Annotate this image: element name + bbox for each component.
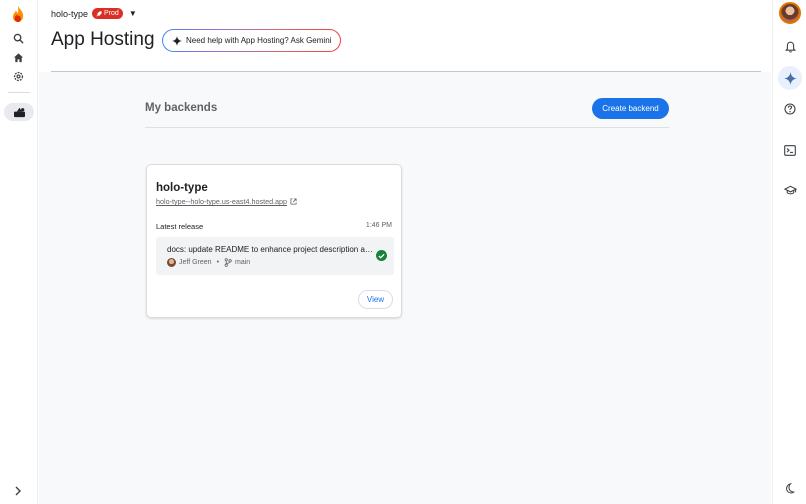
backend-name: holo-type <box>156 182 208 194</box>
expand-nav-icon[interactable] <box>8 481 28 501</box>
branch-icon <box>224 258 232 267</box>
dark-mode-icon[interactable] <box>781 479 799 497</box>
search-icon[interactable] <box>8 28 28 48</box>
main-content: holo-type Prod ▼ App Hosting Need help w… <box>39 0 771 504</box>
learn-icon[interactable] <box>781 181 799 199</box>
backends-section-title: My backends <box>145 102 218 114</box>
author-avatar <box>167 258 176 267</box>
release-time: 1:46 PM <box>365 222 392 229</box>
project-name: holo-type <box>51 8 89 19</box>
chevron-down-icon[interactable]: ▼ <box>129 9 137 18</box>
env-badge-label: Prod <box>104 10 119 17</box>
rail-divider <box>8 92 30 93</box>
ask-gemini-label: Need help with App Hosting? Ask Gemini <box>186 36 332 45</box>
backend-url[interactable]: holo-type--holo-type.us-east4.hosted.app <box>156 197 287 206</box>
notifications-icon[interactable] <box>781 38 799 56</box>
gemini-icon[interactable] <box>778 66 802 90</box>
latest-release-label: Latest release <box>156 222 204 231</box>
commit-branch: main <box>235 259 251 266</box>
help-icon[interactable] <box>781 100 799 118</box>
project-selector[interactable]: holo-type Prod ▼ <box>51 8 137 19</box>
header-divider <box>51 71 761 72</box>
left-nav-rail <box>0 0 38 504</box>
page-title: App Hosting <box>51 29 155 50</box>
app-hosting-icon[interactable] <box>4 103 34 121</box>
commit-meta: Jeff Green • main <box>167 258 250 267</box>
settings-icon[interactable] <box>8 66 28 86</box>
section-divider <box>145 127 669 128</box>
terminal-icon[interactable] <box>781 141 799 159</box>
create-backend-button[interactable]: Create backend <box>592 98 669 119</box>
user-avatar[interactable] <box>779 2 801 24</box>
backend-url-link[interactable]: holo-type--holo-type.us-east4.hosted.app <box>156 197 297 206</box>
env-badge: Prod <box>92 8 123 19</box>
open-external-icon[interactable] <box>290 198 297 205</box>
right-rail <box>772 0 806 504</box>
page-header: holo-type Prod ▼ App Hosting Need help w… <box>39 0 771 72</box>
latest-release-row[interactable]: docs: update README to enhance project d… <box>156 237 394 275</box>
home-icon[interactable] <box>8 47 28 67</box>
backend-card: holo-type holo-type--holo-type.us-east4.… <box>146 164 402 318</box>
view-backend-button[interactable]: View <box>358 290 393 309</box>
meta-separator-dot: • <box>216 259 220 266</box>
release-success-icon <box>376 250 387 261</box>
firebase-logo-icon[interactable] <box>8 4 28 24</box>
gemini-sparkle-icon <box>172 35 182 46</box>
commit-author: Jeff Green <box>179 259 212 266</box>
commit-message: docs: update README to enhance project d… <box>167 245 374 254</box>
ask-gemini-button[interactable]: Need help with App Hosting? Ask Gemini <box>162 29 341 52</box>
rocket-icon <box>96 10 102 17</box>
